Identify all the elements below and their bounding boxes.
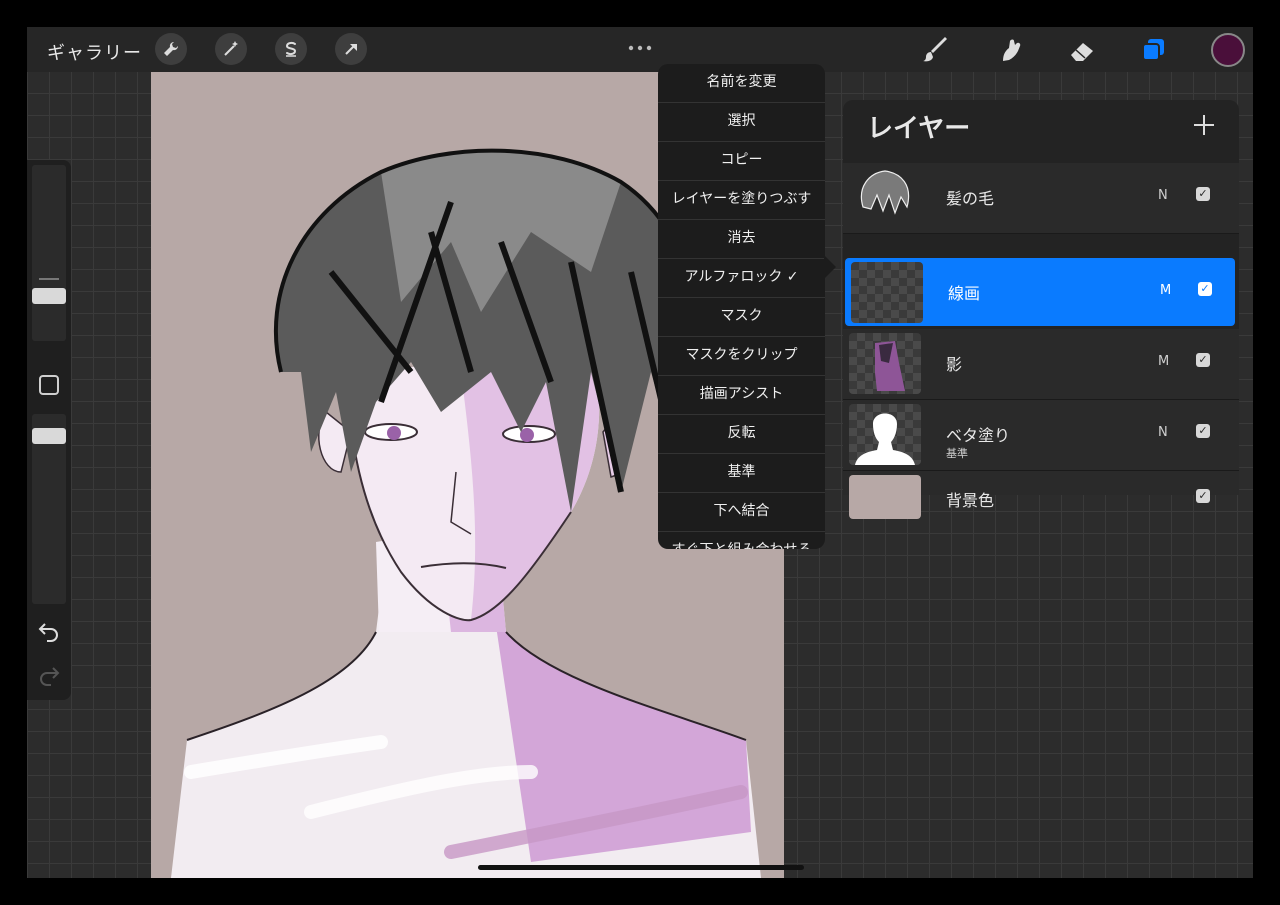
blend-mode-button[interactable]: N — [1158, 188, 1168, 203]
plus-icon[interactable] — [1191, 112, 1217, 138]
smudge-icon[interactable] — [993, 33, 1027, 67]
blend-mode-button[interactable]: M — [1160, 283, 1171, 298]
layer-row-background-color[interactable]: 背景色 ✓ — [843, 471, 1239, 519]
menu-item-select[interactable]: 選択 — [658, 103, 825, 142]
menu-item-merge-down[interactable]: 下へ結合 — [658, 493, 825, 532]
left-sidebar — [27, 160, 71, 700]
visibility-checkbox[interactable]: ✓ — [1196, 424, 1210, 438]
menu-item-clipping-mask[interactable]: マスクをクリップ — [658, 337, 825, 376]
visibility-checkbox[interactable]: ✓ — [1196, 489, 1210, 503]
slider-tick — [39, 278, 59, 280]
selection-icon[interactable] — [275, 33, 307, 65]
layer-thumbnail — [849, 167, 921, 228]
menu-item-reference[interactable]: 基準 — [658, 454, 825, 493]
transform-arrow-icon[interactable] — [335, 33, 367, 65]
layer-name: 背景色 — [946, 491, 995, 510]
opacity-handle[interactable] — [32, 428, 66, 444]
layer-thumbnail — [851, 262, 923, 323]
eraser-icon[interactable] — [1065, 33, 1099, 67]
menu-item-fill-layer[interactable]: レイヤーを塗りつぶす — [658, 181, 825, 220]
color-picker-swatch[interactable] — [1211, 33, 1245, 67]
layer-row-lineart[interactable]: 線画 M ✓ — [845, 258, 1235, 326]
menu-item-rename[interactable]: 名前を変更 — [658, 64, 825, 103]
menu-item-alpha-lock[interactable]: アルファロック ✓ — [658, 259, 825, 298]
layer-row-hair[interactable]: 髪の毛 N ✓ — [843, 163, 1239, 234]
blend-mode-button[interactable]: N — [1158, 425, 1168, 440]
layer-thumbnail — [849, 404, 921, 465]
brush-size-handle[interactable] — [32, 288, 66, 304]
layers-panel: レイヤー 髪の毛 N ✓ 線画 M ✓ 影 M ✓ ベタ塗り 基準 N ✓ 背景… — [843, 100, 1239, 519]
layer-thumbnail — [849, 333, 921, 394]
visibility-checkbox[interactable]: ✓ — [1196, 353, 1210, 367]
top-toolbar: ギャラリー — [27, 27, 1253, 72]
layer-thumbnail — [849, 475, 921, 519]
menu-item-drawing-assist[interactable]: 描画アシスト — [658, 376, 825, 415]
magic-wand-icon[interactable] — [215, 33, 247, 65]
layer-name: 線画 — [948, 284, 981, 303]
layers-icon[interactable] — [1137, 33, 1171, 67]
menu-item-invert[interactable]: 反転 — [658, 415, 825, 454]
wrench-icon[interactable] — [155, 33, 187, 65]
brush-icon[interactable] — [919, 33, 953, 67]
menu-item-clear[interactable]: 消去 — [658, 220, 825, 259]
blend-mode-button[interactable]: M — [1158, 354, 1169, 369]
menu-item-mask[interactable]: マスク — [658, 298, 825, 337]
redo-icon[interactable] — [37, 662, 61, 686]
layer-row-shadow[interactable]: 影 M ✓ — [843, 329, 1239, 400]
undo-icon[interactable] — [37, 618, 61, 642]
procreate-screen: ギャラリー 名前を変更 選択 コピー レイヤーを塗りつぶす 消去 アルファロック… — [27, 27, 1253, 878]
brush-size-slider[interactable] — [32, 165, 66, 341]
home-indicator — [478, 865, 804, 870]
visibility-checkbox[interactable]: ✓ — [1198, 282, 1212, 296]
layer-name: 影 — [946, 355, 963, 374]
menu-item-combine-down[interactable]: すぐ下と組み合わせる — [658, 532, 825, 549]
layer-reference-label: 基準 — [946, 447, 968, 460]
menu-item-copy[interactable]: コピー — [658, 142, 825, 181]
gallery-button[interactable]: ギャラリー — [47, 39, 142, 65]
more-options-icon[interactable] — [628, 37, 652, 56]
menu-pointer — [824, 255, 836, 279]
modify-button[interactable] — [39, 375, 59, 395]
layers-panel-title: レイヤー — [867, 114, 971, 144]
visibility-checkbox[interactable]: ✓ — [1196, 187, 1210, 201]
layer-options-menu: 名前を変更 選択 コピー レイヤーを塗りつぶす 消去 アルファロック ✓ マスク… — [658, 64, 825, 549]
layer-row-base-fill[interactable]: ベタ塗り 基準 N ✓ — [843, 400, 1239, 471]
layer-name: 髪の毛 — [946, 189, 995, 208]
layer-name: ベタ塗り — [946, 426, 1011, 445]
